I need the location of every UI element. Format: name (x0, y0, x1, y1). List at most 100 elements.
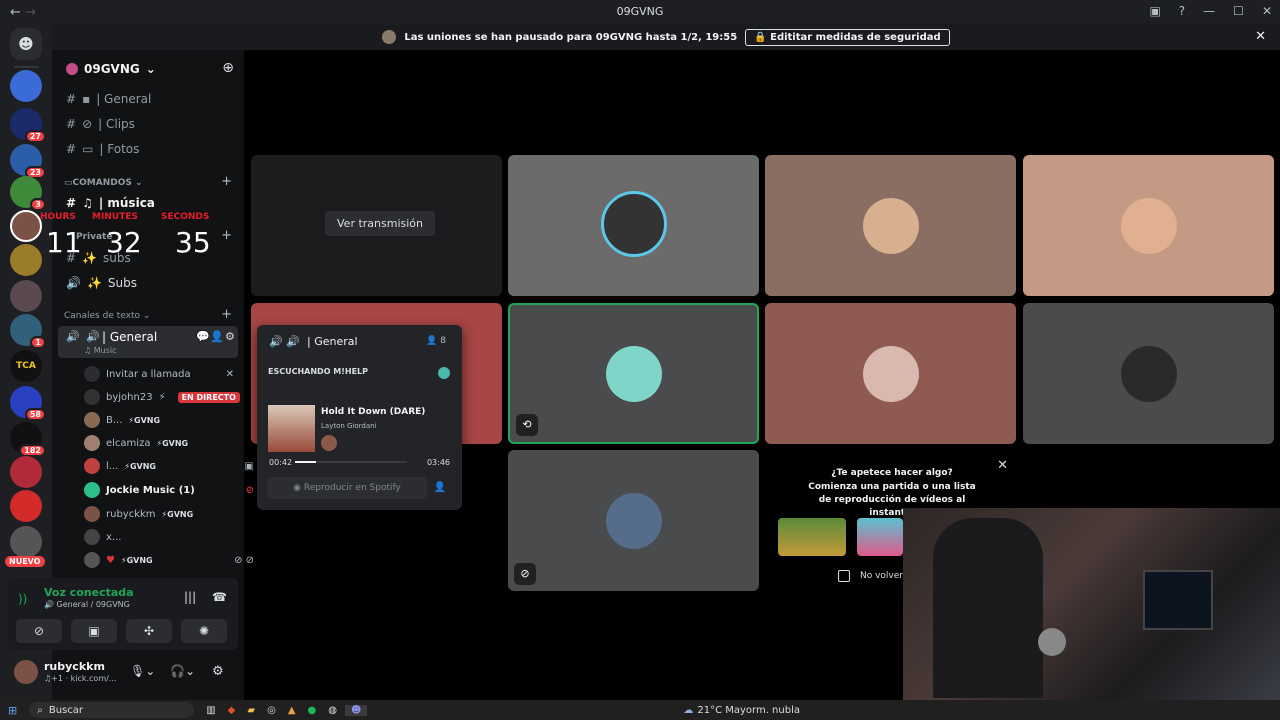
album-art[interactable] (268, 405, 315, 452)
voice-user[interactable]: x... (84, 529, 121, 545)
server-icon[interactable] (10, 526, 42, 558)
server-icon[interactable]: TCA (10, 350, 42, 382)
channel-fotos[interactable]: # ▭ | Fotos (66, 142, 139, 156)
add-channel-icon[interactable]: + (221, 307, 232, 322)
help-icon[interactable]: ? (1179, 4, 1185, 18)
screen-share-button[interactable]: ▣ (71, 619, 117, 643)
participant-tile-speaking[interactable]: ⟲ (508, 303, 759, 444)
category-comandos[interactable]: ▭COMANDOS ⌄ (64, 178, 143, 188)
server-icon[interactable] (10, 456, 42, 488)
add-channel-icon[interactable]: + (221, 174, 232, 189)
channel-subs-voice[interactable]: 🔊 ✨ Subs (66, 276, 137, 290)
weather[interactable]: ☁ 21°C Mayorm. nubla (683, 705, 800, 716)
voice-user[interactable]: l... ⚡GVNG ▣ (84, 458, 254, 474)
close-notice-icon[interactable]: ✕ (1255, 29, 1266, 44)
security-settings-button[interactable]: 🔒 Edititar medidas de seguridad (745, 28, 950, 46)
browser-icon[interactable]: ◆ (228, 705, 236, 716)
play-on-spotify-button[interactable]: ◉ Reproducir en Spotify (267, 477, 427, 499)
voice-user[interactable]: Jockie Music (1) ⊘ (84, 482, 254, 498)
camera-toggle-button[interactable]: ⊘ (16, 619, 62, 643)
taskbar-search[interactable]: ⌕ Buscar (29, 702, 195, 718)
server-avatar (382, 30, 397, 44)
task-view-icon[interactable]: ▥ (206, 705, 215, 716)
maximize-icon[interactable]: ☐ (1233, 4, 1244, 18)
new-badge: NUEVO (5, 556, 45, 567)
activity-title: ¿Te apetece hacer algo? (831, 468, 953, 478)
user-plus-icon (84, 366, 100, 382)
voice-user[interactable]: elcamiza ⚡GVNG (84, 435, 188, 451)
folder-icon[interactable]: ▰ (247, 705, 255, 716)
taskbar: ⊞ ⌕ Buscar ▥ ◆ ▰ ◎ ▲ ● ◍ ☻ ☁ 21°C Mayorm. … (0, 700, 1280, 720)
server-icon[interactable]: 23 (10, 144, 46, 179)
app-icon[interactable]: ◎ (267, 705, 276, 716)
invite-to-call-button[interactable]: Invitar a llamada ✕ (84, 366, 234, 382)
server-icon[interactable] (10, 280, 42, 312)
voice-user[interactable]: byjohn23 ⚡ EN DIRECTO (84, 389, 240, 405)
channel-clips[interactable]: # ⊘ | Clips (66, 117, 135, 131)
close-icon[interactable]: ✕ (997, 458, 1008, 473)
settings-gear-icon[interactable]: ⚙ (225, 330, 235, 343)
stream-tile[interactable]: Ver transmisión (251, 155, 502, 296)
track-artist[interactable]: Layton Giordani (321, 422, 377, 430)
soundboard-button[interactable]: ✺ (181, 619, 227, 643)
signal-icon[interactable]: )) (18, 592, 27, 606)
chat-icon: ▪ (82, 92, 91, 106)
channel-general[interactable]: # ▪ | General (66, 92, 151, 106)
spotify-icon[interactable]: ● (308, 705, 317, 716)
voice-user[interactable]: ♥ ⚡GVNG ⊘ ⊘ (84, 552, 254, 568)
participant-tile[interactable] (765, 155, 1016, 296)
microphone-icon[interactable]: 🎙⌄ (130, 664, 155, 678)
participant-tile[interactable] (1023, 303, 1274, 444)
participant-tile[interactable] (765, 303, 1016, 444)
participant-tile[interactable] (1023, 155, 1274, 296)
user-settings-icon[interactable]: ⚙ (212, 664, 224, 679)
server-icon[interactable]: 182 (10, 422, 46, 457)
app-icon[interactable]: ▲ (288, 705, 296, 716)
server-icon[interactable] (10, 70, 42, 102)
activity-card[interactable] (778, 518, 846, 556)
inbox-icon[interactable]: ▣ (1149, 4, 1160, 18)
dont-show-checkbox[interactable] (838, 570, 850, 582)
app-icon[interactable]: ◍ (328, 705, 337, 716)
server-header[interactable]: 09GVNG ⌄ (66, 62, 156, 76)
add-channel-icon[interactable]: + (221, 228, 232, 243)
add-member-icon[interactable]: ⊕ (222, 60, 234, 76)
category-text-channels[interactable]: Canales de texto ⌄ (64, 311, 150, 321)
minimize-icon[interactable]: — (1203, 4, 1215, 18)
server-icon[interactable]: 1 (10, 314, 46, 349)
server-icon[interactable] (10, 490, 42, 522)
discord-taskbar-icon[interactable]: ☻ (344, 704, 368, 716)
activities-button[interactable]: ✣ (126, 619, 172, 643)
watch-stream-button[interactable]: Ver transmisión (325, 211, 435, 236)
voice-user[interactable]: B... ⚡GVNG (84, 412, 160, 428)
webcam-overlay (903, 508, 1280, 700)
person-in-webcam (933, 518, 1043, 698)
invite-icon[interactable]: 👤 (210, 330, 224, 343)
server-icon[interactable]: 58 (10, 386, 46, 421)
voice-user[interactable]: rubyckkm ⚡GVNG (84, 506, 193, 522)
hash-icon: # (66, 196, 77, 210)
folder-icon: ▭ (64, 178, 73, 188)
noise-suppression-icon[interactable]: ||| (184, 590, 196, 604)
bot-avatar (438, 367, 450, 379)
participant-tile[interactable]: ⊘ (508, 450, 759, 591)
close-window-icon[interactable]: ✕ (1262, 4, 1272, 18)
track-title[interactable]: Hold It Down (DARE) (321, 407, 425, 417)
invite-icon[interactable]: 👤 (434, 482, 446, 493)
chat-bubble-icon[interactable]: 💬 (196, 330, 210, 343)
avatar[interactable] (14, 660, 38, 684)
activity-card[interactable] (857, 518, 903, 556)
progress-track[interactable] (295, 461, 407, 463)
disconnect-icon[interactable]: ☎ (212, 590, 227, 604)
elapsed-time: 00:42 (269, 458, 293, 467)
voice-channel-general[interactable]: 🔊 🔊 | General ♫ Music 💬 👤 ⚙ (58, 326, 238, 358)
server-emblem-icon (66, 63, 78, 75)
user-panel: rubyckkm ♫+1 · kick.com/... 🎙⌄ 🎧⌄ ⚙ (8, 652, 238, 692)
participant-tile[interactable] (508, 155, 759, 296)
discord-home-icon[interactable]: ☻ (10, 28, 42, 60)
channel-musica[interactable]: # ♫ | música (66, 196, 155, 210)
start-icon[interactable]: ⊞ (8, 704, 17, 717)
server-icon[interactable]: 3 (10, 176, 46, 211)
server-icon[interactable]: 27 (10, 108, 46, 143)
headphones-icon[interactable]: 🎧⌄ (170, 664, 195, 678)
